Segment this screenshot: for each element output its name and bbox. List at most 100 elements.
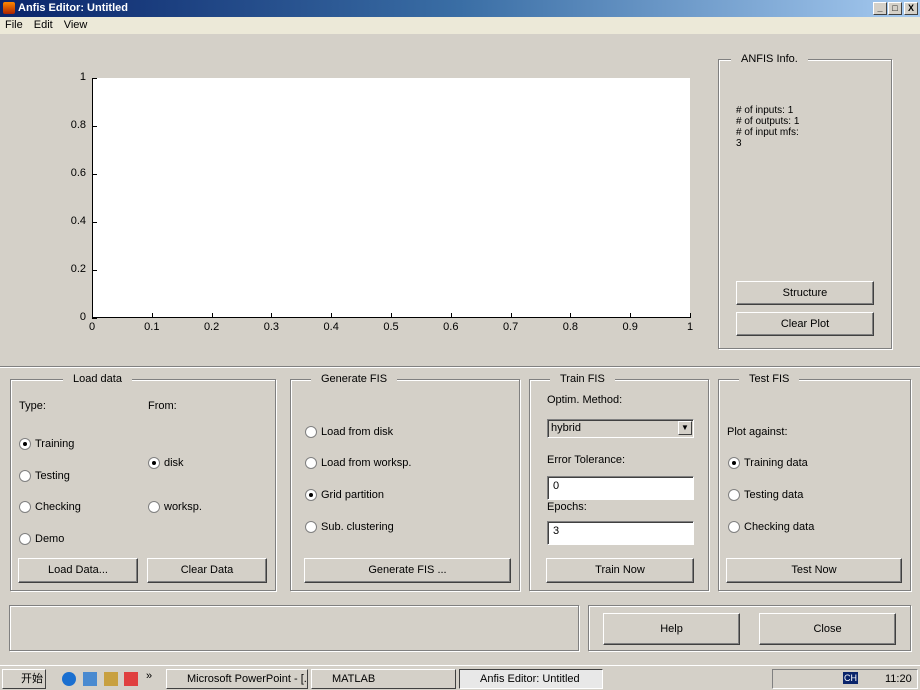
radio-demo[interactable]: Demo: [19, 533, 64, 545]
info-line: # of outputs: 1: [736, 116, 800, 127]
help-close-panel: Help Close: [588, 605, 911, 651]
y-tick-mark: [92, 78, 97, 79]
language-indicator[interactable]: CH: [843, 672, 858, 684]
generate-fis-button[interactable]: Generate FIS ...: [304, 558, 511, 583]
y-tick-label: 0.4: [70, 215, 86, 227]
test-now-button[interactable]: Test Now: [726, 558, 902, 583]
taskbar-matlab[interactable]: MATLAB: [311, 669, 456, 689]
x-tick-mark: [450, 313, 452, 318]
acrobat-icon[interactable]: [124, 672, 138, 686]
info-line: # of inputs: 1: [736, 105, 794, 116]
load-data-title: Load data: [63, 373, 132, 385]
radio-load-from-worksp[interactable]: Load from worksp.: [305, 457, 411, 469]
plot-against-label: Plot against:: [727, 426, 788, 438]
plot-axes: [92, 78, 690, 318]
y-tick-mark: [92, 318, 97, 319]
optim-method-label: Optim. Method:: [547, 394, 623, 406]
x-tick-label: 0.8: [562, 321, 579, 333]
clear-plot-button[interactable]: Clear Plot: [736, 312, 874, 336]
close-button[interactable]: Close: [759, 613, 896, 645]
generate-fis-panel: Generate FIS Load from disk Load from wo…: [290, 373, 520, 591]
x-tick-label: 0.1: [144, 321, 160, 333]
help-button[interactable]: Help: [603, 613, 740, 645]
matlab-icon: [3, 2, 15, 14]
taskbar-label: Anfis Editor: Untitled: [480, 673, 580, 685]
taskbar-label: MATLAB: [332, 673, 376, 685]
train-now-button[interactable]: Train Now: [546, 558, 694, 583]
x-tick-label: 0.7: [502, 321, 519, 333]
start-button[interactable]: 开始: [2, 669, 46, 689]
anfis-info-text: # of inputs: 1 # of outputs: 1 # of inpu…: [736, 105, 799, 149]
clock: 11:20: [885, 673, 912, 685]
menu-edit[interactable]: Edit: [34, 19, 53, 31]
load-data-button[interactable]: Load Data...: [18, 558, 138, 583]
chevron-down-icon[interactable]: ▼: [678, 421, 692, 435]
minimize-button[interactable]: _: [873, 2, 887, 15]
y-tick-label: 0.8: [70, 119, 86, 131]
structure-button[interactable]: Structure: [736, 281, 874, 305]
window-title: Anfis Editor: Untitled: [18, 2, 128, 14]
radio-checking[interactable]: Checking: [19, 501, 81, 513]
epochs-label: Epochs:: [547, 501, 587, 513]
epochs-input[interactable]: 3: [547, 521, 694, 545]
y-tick-label: 0: [79, 311, 86, 323]
info-line: # of input mfs:: [736, 127, 799, 138]
optim-method-value: hybrid: [551, 422, 581, 434]
x-tick-mark: [151, 313, 153, 318]
taskbar-label: Microsoft PowerPoint - [...: [187, 673, 308, 685]
clear-data-button[interactable]: Clear Data: [147, 558, 267, 583]
load-data-panel: Load data Type: From: Training Testing C…: [10, 373, 276, 591]
y-tick-mark: [92, 174, 97, 175]
y-tick-mark: [92, 126, 97, 127]
desktop-icon[interactable]: [83, 672, 97, 686]
test-fis-panel: Test FIS Plot against: Training data Tes…: [718, 373, 911, 591]
menu-view[interactable]: View: [64, 19, 88, 31]
ie-icon[interactable]: [62, 672, 76, 686]
more-icon[interactable]: »: [146, 670, 152, 682]
radio-checking-data[interactable]: Checking data: [728, 521, 814, 533]
system-tray: CH 11:20: [772, 669, 918, 689]
radio-training[interactable]: Training: [19, 438, 74, 450]
radio-testing[interactable]: Testing: [19, 470, 70, 482]
generate-fis-title: Generate FIS: [311, 373, 398, 385]
radio-testing-data[interactable]: Testing data: [728, 489, 803, 501]
train-fis-title: Train FIS: [550, 373, 615, 385]
x-tick-mark: [570, 313, 572, 318]
x-tick-label: 0.4: [323, 321, 339, 333]
x-tick-mark: [211, 313, 213, 318]
x-tick-label: 0.5: [383, 321, 399, 333]
y-tick-label: 1: [79, 71, 86, 83]
notepad-icon[interactable]: [104, 672, 118, 686]
radio-load-from-disk[interactable]: Load from disk: [305, 426, 393, 438]
info-line: 3: [736, 138, 742, 149]
x-tick-label: 0.9: [622, 321, 638, 333]
train-fis-panel: Train FIS Optim. Method: hybrid ▼ Error …: [529, 373, 709, 591]
x-tick-mark: [510, 313, 512, 318]
status-panel: [9, 605, 579, 651]
optim-method-select[interactable]: hybrid ▼: [547, 419, 694, 438]
radio-sub-clustering[interactable]: Sub. clustering: [305, 521, 394, 533]
radio-disk[interactable]: disk: [148, 457, 184, 469]
x-tick-label: 1: [686, 321, 694, 333]
x-tick-mark: [331, 313, 333, 318]
radio-worksp[interactable]: worksp.: [148, 501, 202, 513]
x-tick-mark: [690, 313, 691, 318]
maximize-button[interactable]: □: [888, 2, 902, 15]
menu-file[interactable]: File: [5, 19, 23, 31]
taskbar-powerpoint[interactable]: Microsoft PowerPoint - [...: [166, 669, 308, 689]
x-tick-mark: [630, 313, 632, 318]
error-tolerance-label: Error Tolerance:: [547, 454, 626, 466]
y-tick-label: 0.6: [70, 167, 86, 179]
test-fis-title: Test FIS: [739, 373, 800, 385]
radio-grid-partition[interactable]: Grid partition: [305, 489, 384, 501]
anfis-info-panel: ANFIS Info. # of inputs: 1 # of outputs:…: [718, 53, 892, 349]
close-window-button[interactable]: X: [904, 2, 918, 15]
taskbar-anfis[interactable]: Anfis Editor: Untitled: [459, 669, 603, 689]
x-tick-label: 0.2: [203, 321, 220, 333]
radio-training-data[interactable]: Training data: [728, 457, 808, 469]
x-tick-mark: [391, 313, 392, 318]
menu-bar: File Edit View: [0, 17, 920, 34]
error-tolerance-input[interactable]: 0: [547, 476, 694, 500]
x-tick-label: 0.6: [443, 321, 459, 333]
taskbar: 开始 » Microsoft PowerPoint - [... MATLAB …: [0, 665, 920, 690]
